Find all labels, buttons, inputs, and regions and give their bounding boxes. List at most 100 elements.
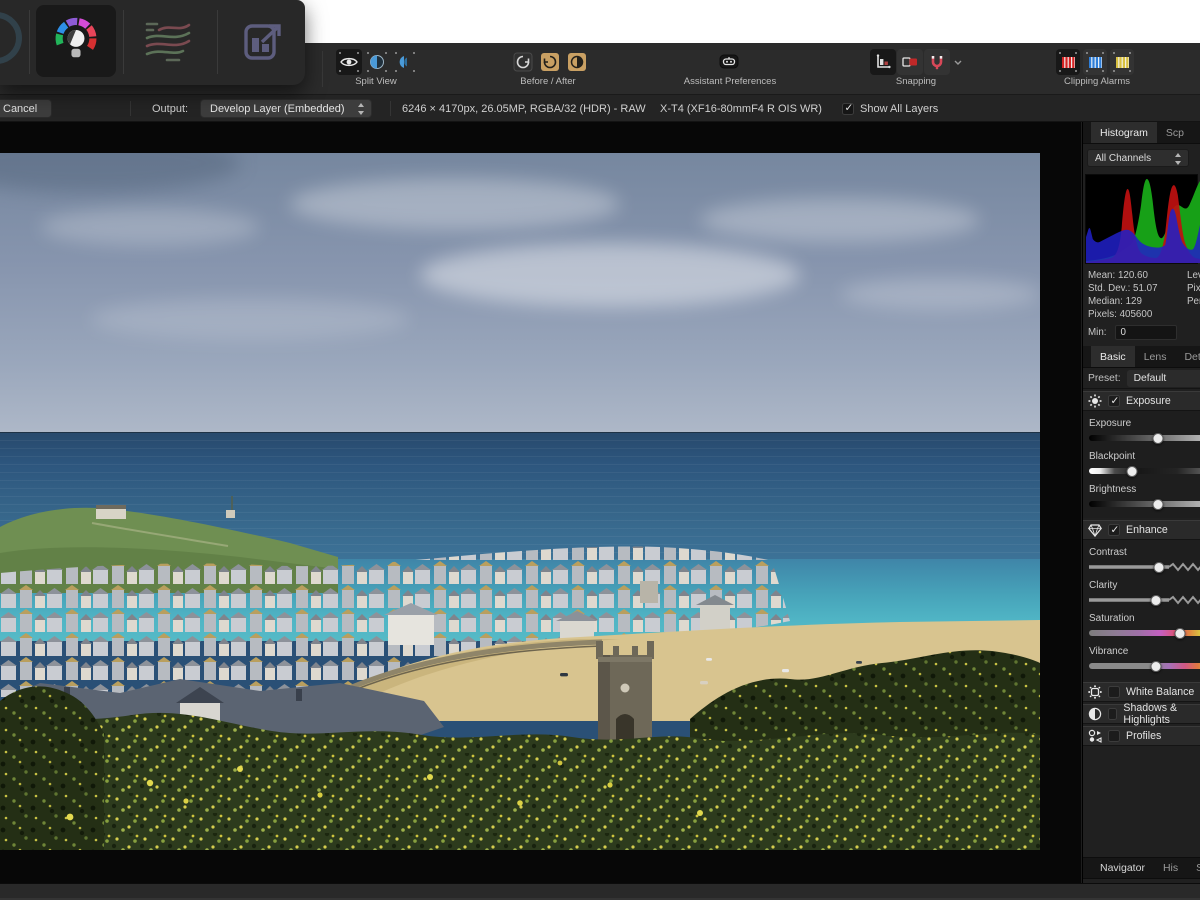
slider-thumb[interactable]: [1152, 433, 1163, 444]
mirror-circles-icon: [397, 54, 413, 70]
white-balance-icon: [1088, 685, 1102, 699]
clipping-alarms-label: Clipping Alarms: [1036, 76, 1158, 87]
affinity-develop-window: Split View Before / After Assistant Pref…: [0, 0, 1200, 900]
tab-scope[interactable]: Scp: [1157, 122, 1193, 143]
snapping-magnet-button[interactable]: [924, 49, 950, 75]
section-exposure-header[interactable]: Exposure: [1083, 391, 1200, 411]
exposure-sliders: Exposure Blackpoint Brightness: [1083, 411, 1200, 518]
stat-stddev: Std. Dev.: 51.07: [1088, 282, 1200, 295]
before-circle-arrow-icon: [513, 52, 533, 72]
section-profiles-header[interactable]: Profiles: [1083, 726, 1200, 746]
channel-select-value: All Channels: [1095, 153, 1151, 164]
tab-basic[interactable]: Basic: [1091, 346, 1135, 367]
persona-bar: [0, 0, 305, 85]
persona-separator: [217, 10, 218, 74]
channel-select[interactable]: All Channels: [1087, 149, 1189, 167]
stat-median: Median: 129: [1088, 295, 1200, 308]
split-view-mirror-button[interactable]: [392, 49, 418, 75]
before-after-toggle-button[interactable]: [565, 49, 589, 75]
shadows-highlights-label: Shadows & Highlights: [1123, 702, 1200, 726]
canvas-area[interactable]: [0, 122, 1081, 883]
chevron-down-icon: [954, 60, 962, 65]
exposure-section-label: Exposure: [1126, 395, 1171, 407]
magnet-icon: [929, 54, 945, 70]
snapping-options-chevron[interactable]: [950, 49, 965, 75]
exposure-slider: Exposure: [1089, 418, 1200, 444]
clipping-highlights-button[interactable]: [1083, 49, 1107, 75]
tab-histogram[interactable]: Histogram: [1091, 122, 1157, 143]
tab-location[interactable]: Loc: [1193, 122, 1200, 143]
slider-thumb[interactable]: [1152, 499, 1163, 510]
split-view-single-button[interactable]: [336, 49, 362, 75]
preset-select[interactable]: Default: [1127, 370, 1200, 387]
export-persona-button[interactable]: [222, 5, 302, 77]
slider-thumb[interactable]: [1127, 466, 1138, 477]
split-circle-icon: [369, 54, 385, 70]
profiles-label: Profiles: [1126, 730, 1161, 742]
show-all-layers-checkbox[interactable]: [842, 103, 854, 115]
enhance-enabled-checkbox[interactable]: [1108, 524, 1120, 536]
before-button[interactable]: [511, 49, 535, 75]
histogram-stats-right: Leve Pixe Perc: [1187, 269, 1200, 308]
white-balance-label: White Balance: [1126, 686, 1194, 698]
blue-stripes-icon: [1088, 56, 1103, 69]
output-select-value: Develop Layer (Embedded): [210, 103, 345, 115]
output-label: Output:: [152, 95, 188, 122]
section-white-balance-header[interactable]: White Balance: [1083, 682, 1200, 702]
slider-thumb[interactable]: [1175, 628, 1186, 639]
develop-persona-button[interactable]: [36, 5, 116, 77]
tab-snapshots[interactable]: Snp: [1187, 858, 1200, 878]
slider-thumb[interactable]: [1151, 661, 1162, 672]
status-bar: [0, 883, 1200, 900]
section-enhance-header[interactable]: Enhance: [1083, 520, 1200, 540]
photo-persona-icon[interactable]: [0, 12, 22, 64]
shadows-highlights-icon: [1088, 707, 1102, 721]
saturation-slider: Saturation: [1089, 613, 1200, 639]
min-input[interactable]: 0: [1115, 325, 1177, 340]
output-select[interactable]: Develop Layer (Embedded): [200, 99, 372, 118]
enhance-section-label: Enhance: [1126, 524, 1168, 536]
cancel-button[interactable]: Cancel: [0, 99, 52, 118]
updown-chevrons-icon: [1174, 153, 1182, 165]
slider-thumb[interactable]: [1154, 562, 1165, 573]
contrast-slider: Contrast: [1089, 547, 1200, 573]
options-divider2: [390, 101, 391, 116]
red-stripes-icon: [1061, 56, 1076, 69]
clipping-saturation-button[interactable]: [1110, 49, 1134, 75]
tab-lens[interactable]: Lens: [1135, 346, 1176, 367]
snapping-candidates-button[interactable]: [897, 49, 923, 75]
tab-navigator[interactable]: Navigator: [1091, 858, 1154, 878]
tone-mapping-persona-button[interactable]: [128, 5, 208, 77]
preset-label: Preset:: [1088, 373, 1121, 384]
assistant-preferences-button[interactable]: [715, 49, 743, 75]
export-persona-icon: [240, 18, 284, 64]
after-button[interactable]: [538, 49, 562, 75]
assistant-preferences-label: Assistant Preferences: [652, 76, 808, 87]
exposure-enabled-checkbox[interactable]: [1108, 395, 1120, 407]
shadows-highlights-checkbox[interactable]: [1108, 708, 1117, 720]
vibrance-slider: Vibrance: [1089, 646, 1200, 672]
snapping-label: Snapping: [866, 76, 966, 87]
snapping-grid-button[interactable]: [870, 49, 896, 75]
tone-mapping-waves-icon: [143, 18, 193, 64]
stat-mean: Mean: 120.60: [1088, 269, 1200, 282]
histogram-display[interactable]: [1085, 174, 1198, 264]
photo-scene: [0, 153, 1040, 850]
section-shadows-highlights-header[interactable]: Shadows & Highlights: [1083, 704, 1200, 724]
enhance-sliders: Contrast Clarity Saturation Vibrance: [1083, 540, 1200, 680]
toolbar-divider: [322, 51, 323, 87]
snap-candidates-icon: [902, 56, 918, 68]
tab-details[interactable]: Details: [1175, 346, 1200, 367]
profiles-checkbox[interactable]: [1108, 730, 1120, 742]
white-balance-checkbox[interactable]: [1108, 686, 1120, 698]
slider-thumb[interactable]: [1151, 595, 1162, 606]
tab-history[interactable]: His: [1154, 858, 1187, 878]
after-circle-arrow-icon: [540, 52, 560, 72]
histogram-stats: Mean: 120.60 Std. Dev.: 51.07 Median: 12…: [1083, 264, 1200, 321]
photo-canvas[interactable]: [0, 153, 1040, 850]
snap-grid-icon: [875, 54, 891, 70]
profiles-icon: [1088, 729, 1102, 743]
sun-icon: [1088, 394, 1102, 408]
clipping-shadows-button[interactable]: [1056, 49, 1080, 75]
split-view-split-button[interactable]: [364, 49, 390, 75]
